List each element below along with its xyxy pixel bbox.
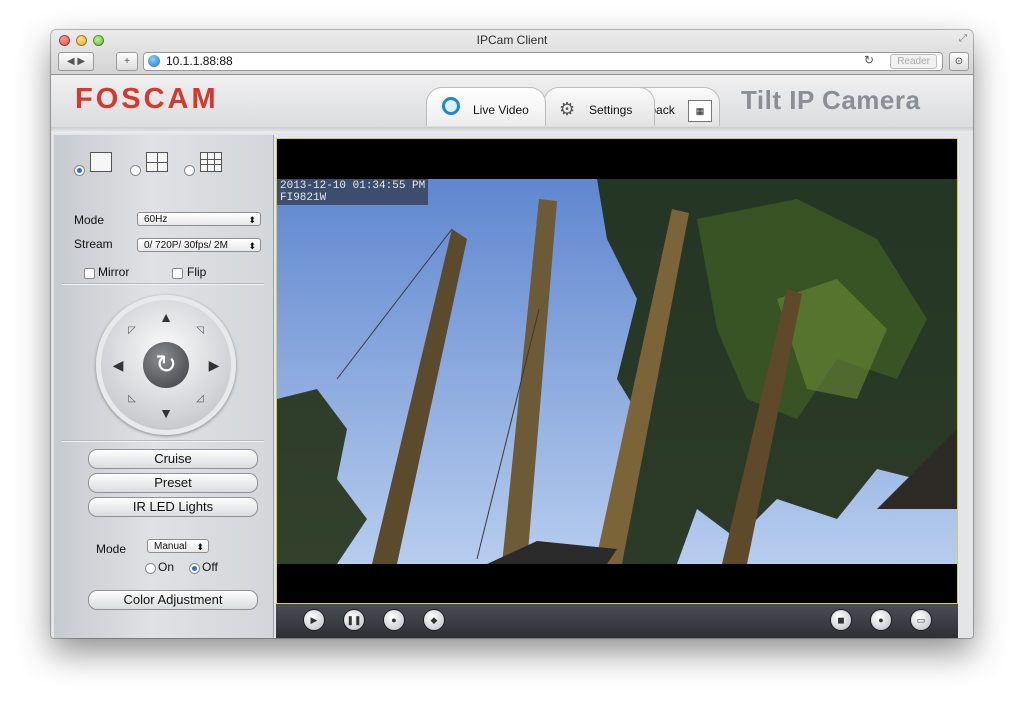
mode-select[interactable]: 60Hz ⬍: [137, 212, 261, 226]
ir-mode-select-value: Manual: [154, 541, 187, 552]
header-divider: [51, 127, 973, 133]
ptz-reset-icon[interactable]: ↻: [143, 342, 189, 388]
gears-icon: ⚙: [559, 99, 576, 119]
snapshot-icon[interactable]: ◼: [831, 610, 851, 630]
globe-icon: [148, 55, 160, 67]
osd-timestamp: 2013-12-10 01:34:55 PM: [280, 180, 426, 192]
webcam-icon: [442, 97, 460, 115]
back-forward-buttons[interactable]: ◀ ▶: [58, 52, 94, 71]
ptz-down-left-arrow-icon[interactable]: ◺: [126, 393, 138, 405]
download-icon: ⊙: [954, 56, 964, 67]
ir-off-label: Off: [202, 560, 218, 574]
browser-toolbar: IPCam Client ⤢ ◀ ▶ + 10.1.1.88:88 ↻ Read…: [51, 30, 973, 75]
foscam-logo: FOSCAM: [75, 83, 219, 115]
downloads-button[interactable]: ⊙: [949, 52, 969, 71]
ptz-right-arrow-icon[interactable]: ▶: [206, 357, 222, 373]
ir-on-label: On: [158, 560, 175, 574]
select-arrows-icon: ⬍: [248, 241, 256, 251]
address-bar[interactable]: 10.1.1.88:88 ↻ Reader: [143, 52, 943, 71]
pause-icon[interactable]: ❚❚: [344, 610, 364, 630]
single-view-icon[interactable]: [90, 152, 112, 172]
calendar-icon: ▦: [688, 100, 712, 122]
mode-select-value: 60Hz: [144, 214, 168, 225]
layout-radio-quad[interactable]: [130, 165, 141, 176]
preset-button[interactable]: Preset: [88, 473, 258, 493]
play-icon[interactable]: ▶: [304, 610, 324, 630]
ir-off-radio[interactable]: [189, 563, 200, 574]
video-control-bar: ▶ ❚❚ ● ◆ ◼ ● ▭: [276, 604, 958, 638]
ir-mode-select[interactable]: Manual ⬍: [147, 539, 209, 553]
ir-on-radio[interactable]: [145, 563, 156, 574]
window-title: IPCam Client: [476, 33, 548, 47]
flip-label: Flip: [187, 265, 207, 279]
plus-icon: +: [124, 56, 130, 67]
microphone-icon[interactable]: ●: [384, 610, 404, 630]
layout-radio-nine[interactable]: [184, 165, 195, 176]
forward-arrow-icon[interactable]: ▶: [77, 56, 85, 67]
web-page: FOSCAM Tilt IP Camera ▦ Playback ⚙ Setti…: [51, 75, 973, 638]
reload-icon[interactable]: ↻: [864, 53, 874, 67]
ir-led-lights-button[interactable]: IR LED Lights: [88, 497, 258, 517]
ptz-control-wheel[interactable]: ▲ ▼ ◀ ▶ ◸ ◹ ◺ ◿ ↻: [96, 295, 236, 435]
add-bookmark-button[interactable]: +: [116, 52, 138, 71]
stream-select-value: 0/ 720P/ 30fps/ 2M: [144, 240, 228, 251]
tab-settings[interactable]: ⚙ Settings: [543, 87, 655, 126]
ptz-up-right-arrow-icon[interactable]: ◹: [194, 325, 206, 337]
color-adjustment-button[interactable]: Color Adjustment: [88, 590, 258, 610]
tab-live-video[interactable]: Live Video: [426, 87, 546, 126]
select-arrows-icon: ⬍: [248, 215, 256, 225]
mirror-label: Mirror: [98, 265, 130, 279]
fullscreen-icon[interactable]: ⤢: [959, 33, 967, 44]
camera-image: [277, 179, 957, 564]
flip-checkbox[interactable]: [172, 268, 183, 279]
fullscreen-video-icon[interactable]: ▭: [911, 610, 931, 630]
tab-live-video-label: Live Video: [473, 103, 529, 117]
select-arrows-icon: ⬍: [196, 542, 204, 552]
ir-mode-label: Mode: [96, 542, 127, 556]
browser-window: IPCam Client ⤢ ◀ ▶ + 10.1.1.88:88 ↻ Read…: [51, 30, 973, 638]
stream-label: Stream: [74, 237, 113, 251]
url-text[interactable]: 10.1.1.88:88: [166, 54, 233, 68]
page-header: FOSCAM Tilt IP Camera ▦ Playback ⚙ Setti…: [51, 75, 973, 130]
video-osd: 2013-12-10 01:34:55 PM FI9821W: [277, 179, 429, 205]
osd-camera-id: FI9821W: [280, 192, 327, 204]
divider: [62, 283, 264, 285]
layout-radio-single[interactable]: [74, 165, 85, 176]
quad-view-icon[interactable]: [146, 152, 168, 172]
control-panel: Mode 60Hz ⬍ Stream 0/ 720P/ 30fps/ 2M ⬍ Mi…: [54, 135, 274, 638]
divider: [62, 440, 264, 442]
tab-settings-label: Settings: [589, 103, 633, 117]
ptz-up-arrow-icon[interactable]: ▲: [158, 309, 174, 325]
record-icon[interactable]: ●: [871, 610, 891, 630]
camera-title: Tilt IP Camera: [741, 85, 921, 115]
mode-label: Mode: [74, 213, 105, 227]
ptz-left-arrow-icon[interactable]: ◀: [110, 357, 126, 373]
mirror-checkbox[interactable]: [84, 268, 95, 279]
ptz-up-left-arrow-icon[interactable]: ◸: [126, 325, 138, 337]
cruise-button[interactable]: Cruise: [88, 449, 258, 469]
stream-select[interactable]: 0/ 720P/ 30fps/ 2M ⬍: [137, 238, 261, 252]
nine-view-icon[interactable]: [200, 152, 222, 172]
reader-button[interactable]: Reader: [890, 54, 937, 69]
live-video-view[interactable]: 2013-12-10 01:34:55 PM FI9821W: [276, 138, 958, 604]
back-arrow-icon[interactable]: ◀: [67, 56, 75, 67]
ptz-down-right-arrow-icon[interactable]: ◿: [194, 393, 206, 405]
tree-scene: [277, 179, 957, 564]
ptz-down-arrow-icon[interactable]: ▼: [158, 405, 174, 421]
speaker-icon[interactable]: ◆: [424, 610, 444, 630]
